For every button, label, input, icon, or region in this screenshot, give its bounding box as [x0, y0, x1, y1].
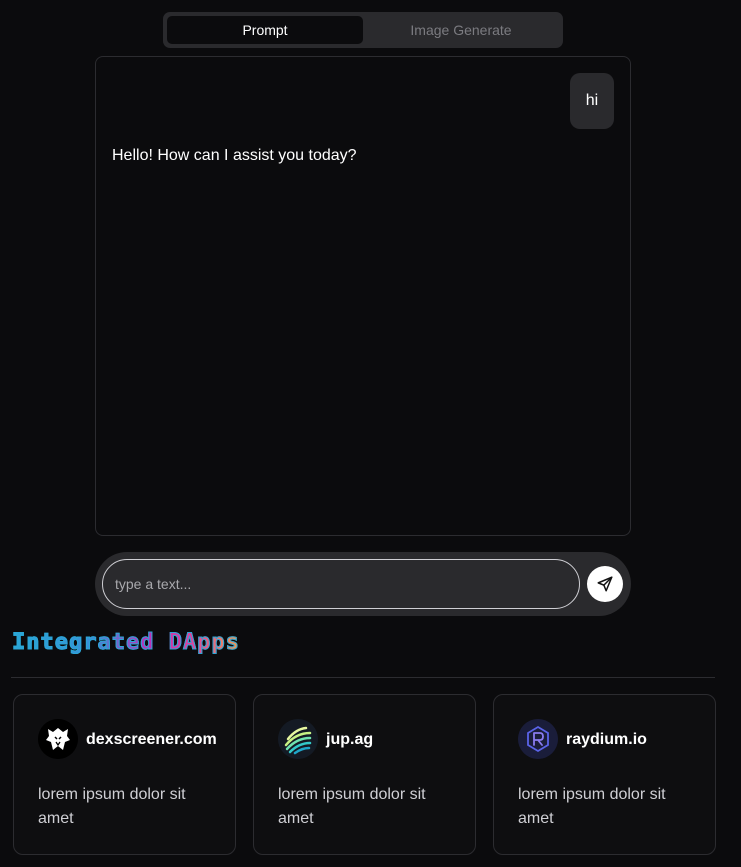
- section-title: Integrated DApps: [12, 630, 240, 656]
- tab-image-generate[interactable]: Image Generate: [363, 16, 559, 44]
- jupiter-icon: [278, 719, 318, 759]
- dapps-list: dexscreener.com lorem ipsum dolor sit am…: [0, 694, 741, 867]
- chat-panel: hi Hello! How can I assist you today?: [95, 56, 631, 536]
- section-divider: [11, 677, 715, 678]
- dapp-name: jup.ag: [326, 731, 374, 748]
- message-input-bar: [95, 552, 631, 616]
- dapp-name: dexscreener.com: [86, 731, 217, 748]
- dapp-description: lorem ipsum dolor sit amet: [278, 786, 426, 827]
- dapp-card-jupiter[interactable]: jup.ag lorem ipsum dolor sit amet: [253, 694, 476, 855]
- send-button[interactable]: [587, 566, 623, 602]
- dapp-card-raydium[interactable]: raydium.io lorem ipsum dolor sit amet: [493, 694, 716, 855]
- dapp-description: lorem ipsum dolor sit amet: [38, 786, 186, 827]
- tab-prompt[interactable]: Prompt: [167, 16, 363, 44]
- message-input[interactable]: [102, 559, 580, 609]
- eagle-icon: [38, 719, 78, 759]
- user-message-bubble: hi: [570, 73, 614, 129]
- dapp-name: raydium.io: [566, 731, 647, 748]
- dapp-card-dexscreener[interactable]: dexscreener.com lorem ipsum dolor sit am…: [13, 694, 236, 855]
- assistant-message: Hello! How can I assist you today?: [112, 147, 357, 164]
- raydium-icon: [518, 719, 558, 759]
- dapp-description: lorem ipsum dolor sit amet: [518, 786, 666, 827]
- mode-tabs: Prompt Image Generate: [163, 12, 563, 48]
- send-icon: [597, 576, 613, 592]
